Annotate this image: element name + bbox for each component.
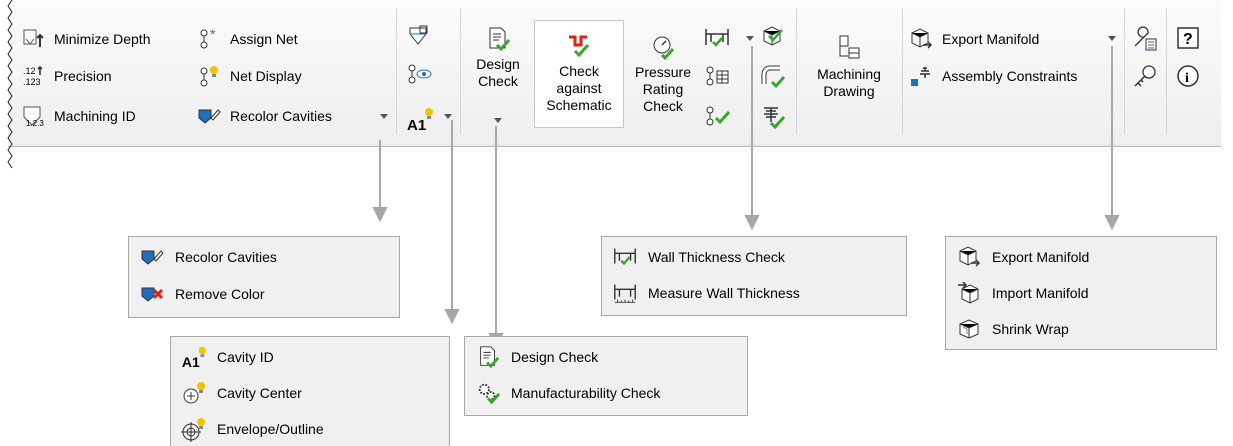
menu-item-remove-color[interactable]: Remove Color <box>139 282 264 306</box>
export-manifold-icon <box>956 245 982 269</box>
menu-item-cavity-id[interactable]: A1 Cavity ID <box>181 345 274 370</box>
menu-item-label: Envelope/Outline <box>217 421 324 437</box>
shrink-wrap-icon <box>956 317 982 341</box>
cavity-id-dropdown-panel: A1 Cavity ID Cavity Center Envelope/Outl… <box>170 336 450 446</box>
envelope-outline-icon <box>181 417 207 442</box>
menu-item-cavity-center[interactable]: Cavity Center <box>181 381 302 405</box>
menu-item-label: Remove Color <box>175 286 265 302</box>
menu-item-shrink-wrap[interactable]: Shrink Wrap <box>956 317 1069 341</box>
recolor-cavities-icon <box>139 245 165 269</box>
svg-text:A1: A1 <box>182 354 200 370</box>
recolor-dropdown-panel: Recolor Cavities Remove Color <box>128 236 400 318</box>
menu-item-manufacturability-check[interactable]: Manufacturability Check <box>475 381 660 405</box>
menu-item-label: Manufacturability Check <box>511 385 661 401</box>
design-check-dropdown-panel: Design Check Manufacturability Check <box>464 336 748 416</box>
wall-thickness-icon <box>612 245 638 269</box>
remove-color-icon <box>139 282 165 306</box>
menu-item-label: Recolor Cavities <box>175 249 277 265</box>
measure-wall-icon <box>612 281 638 305</box>
menu-item-label: Cavity Center <box>217 385 302 401</box>
menu-item-export-manifold[interactable]: Export Manifold <box>956 245 1089 269</box>
menu-item-label: Measure Wall Thickness <box>648 285 800 301</box>
wall-thickness-dropdown-panel: Wall Thickness Check Measure Wall Thickn… <box>601 236 907 316</box>
import-manifold-icon <box>956 281 982 305</box>
gears-check-icon <box>475 381 501 405</box>
menu-item-wall-thickness-check[interactable]: Wall Thickness Check <box>612 245 785 269</box>
menu-item-label: Wall Thickness Check <box>648 249 785 265</box>
menu-item-design-check[interactable]: Design Check <box>475 345 598 369</box>
cavity-id-icon: A1 <box>181 345 207 370</box>
menu-item-import-manifold[interactable]: Import Manifold <box>956 281 1088 305</box>
menu-item-label: Shrink Wrap <box>992 321 1069 337</box>
menu-item-label: Export Manifold <box>992 249 1090 265</box>
design-check-icon <box>475 345 501 369</box>
menu-item-recolor-cavities[interactable]: Recolor Cavities <box>139 245 277 269</box>
export-manifold-dropdown-panel: Export Manifold Import Manifold Shrink W… <box>945 236 1217 350</box>
cavity-center-icon <box>181 381 207 405</box>
menu-item-label: Import Manifold <box>992 285 1089 301</box>
menu-item-label: Cavity ID <box>217 349 274 365</box>
menu-item-measure-wall-thickness[interactable]: Measure Wall Thickness <box>612 281 800 305</box>
menu-item-label: Design Check <box>511 349 599 365</box>
menu-item-envelope-outline[interactable]: Envelope/Outline <box>181 417 324 442</box>
